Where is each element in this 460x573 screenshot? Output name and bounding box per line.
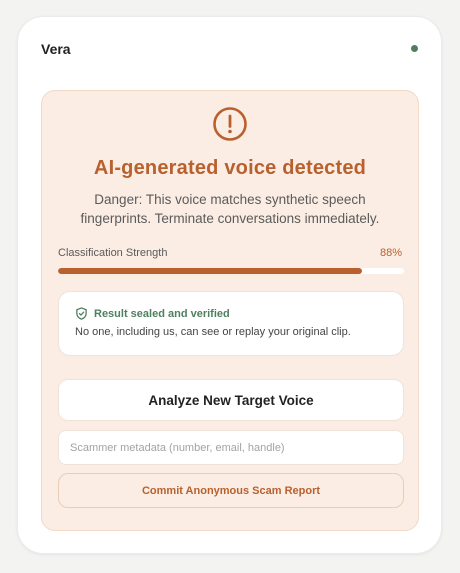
result-message: Danger: This voice matches synthetic spe… — [80, 192, 380, 226]
exclamation-circle-icon — [213, 107, 247, 141]
commit-scam-report-button[interactable]: Commit Anonymous Scam Report — [58, 473, 404, 508]
verification-text: No one, including us, can see or replay … — [75, 326, 351, 338]
strength-percentage: 88% — [379, 247, 402, 259]
strength-label: Classification Strength — [58, 247, 168, 259]
app-card: Vera AI-generated voice detected Danger:… — [17, 16, 442, 554]
result-heading: AI-generated voice detected — [93, 157, 367, 179]
app-title: Vera — [41, 41, 71, 57]
detection-result-panel: AI-generated voice detected Danger: This… — [41, 90, 419, 531]
status-indicator — [411, 45, 418, 52]
verification-title: Result sealed and verified — [94, 307, 230, 320]
strength-progress-bar — [58, 268, 404, 274]
analyze-new-voice-button[interactable]: Analyze New Target Voice — [58, 379, 404, 421]
scammer-metadata-input[interactable] — [58, 430, 404, 465]
strength-progress-fill — [58, 268, 363, 274]
shield-check-icon — [76, 307, 87, 320]
verification-notice: Result sealed and verified No one, inclu… — [58, 291, 404, 356]
